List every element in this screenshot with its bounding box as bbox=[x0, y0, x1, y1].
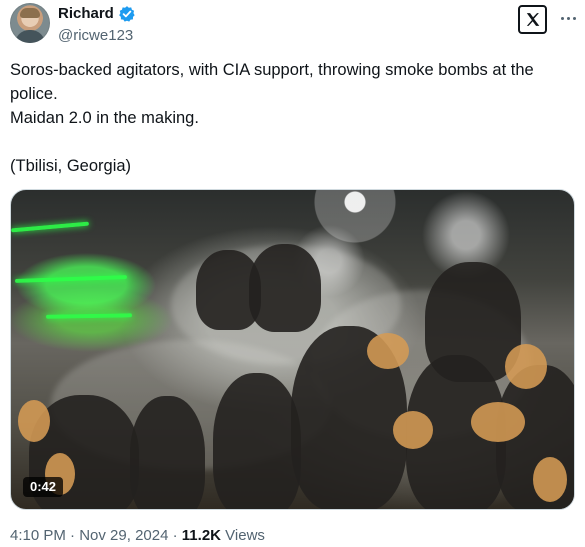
x-logo-glyph bbox=[526, 13, 540, 26]
crowd-head bbox=[505, 344, 547, 389]
crowd-head bbox=[471, 402, 525, 442]
crowd-head bbox=[393, 411, 433, 449]
display-name-row: Richard bbox=[58, 4, 136, 24]
avatar[interactable] bbox=[10, 3, 50, 43]
crowd-figure bbox=[249, 244, 321, 332]
more-dot bbox=[572, 16, 576, 20]
author-display-name[interactable]: Richard bbox=[58, 4, 114, 24]
video-duration-badge: 0:42 bbox=[23, 477, 64, 497]
more-dot bbox=[560, 16, 564, 20]
crowd-figure bbox=[130, 396, 205, 509]
crowd-head bbox=[18, 400, 50, 442]
tweet-time[interactable]: 4:10 PM bbox=[10, 527, 66, 544]
tweet-metadata: 4:10 PM · Nov 29, 2024 · 11.2K Views bbox=[10, 526, 265, 546]
x-logo-icon[interactable] bbox=[518, 5, 547, 34]
tweet-header: Richard @ricwe123 bbox=[10, 3, 578, 46]
crowd-head bbox=[533, 457, 567, 502]
metadata-separator: · bbox=[172, 527, 178, 544]
tweet-text: Soros-backed agitators, with CIA support… bbox=[10, 61, 534, 175]
laser-light bbox=[45, 313, 133, 319]
views-label: Views bbox=[225, 527, 265, 544]
more-options-icon[interactable] bbox=[558, 8, 578, 28]
laser-light bbox=[14, 275, 128, 283]
author-block[interactable]: Richard @ricwe123 bbox=[58, 4, 136, 46]
crowd-head bbox=[367, 333, 409, 369]
avatar-hair bbox=[20, 8, 40, 18]
more-dot bbox=[566, 16, 570, 20]
views-count: 11.2K bbox=[181, 527, 221, 544]
verified-badge-icon bbox=[119, 6, 135, 22]
tweet-date[interactable]: Nov 29, 2024 bbox=[79, 527, 168, 544]
laser-light bbox=[11, 221, 90, 233]
metadata-separator: · bbox=[70, 527, 76, 544]
crowd-figure bbox=[213, 373, 301, 509]
author-handle[interactable]: @ricwe123 bbox=[58, 26, 136, 46]
video-thumbnail[interactable]: 0:42 bbox=[10, 189, 575, 510]
tweet-card: Richard @ricwe123 Soros-backed agitators… bbox=[0, 0, 585, 547]
avatar-body bbox=[15, 30, 45, 43]
